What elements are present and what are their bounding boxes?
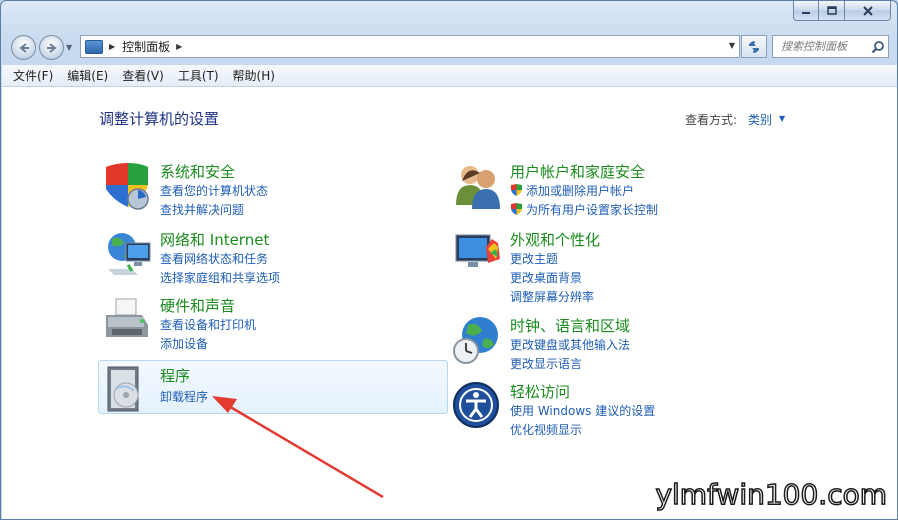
category-title[interactable]: 轻松访问 (510, 381, 570, 402)
view-by-label: 查看方式: (685, 113, 738, 127)
watermark-text: ylmfwin100.com (655, 477, 888, 512)
link-view-computer-status[interactable]: 查看您的计算机状态 (160, 182, 268, 199)
link-homegroup-sharing[interactable]: 选择家庭组和共享选项 (160, 269, 280, 286)
recent-pages-dropdown[interactable]: ▼ (66, 43, 72, 52)
category-hardware-sound: 硬件和声音 查看设备和打印机 添加设备 (102, 295, 422, 355)
category-title[interactable]: 硬件和声音 (160, 295, 235, 316)
menu-edit[interactable]: 编辑(E) (67, 67, 108, 84)
arrow-right-icon (46, 42, 57, 53)
link-change-background[interactable]: 更改桌面背景 (510, 269, 582, 286)
category-programs: 程序 卸载程序 (102, 365, 422, 415)
network-icon[interactable] (102, 229, 154, 279)
category-system-security: 系统和安全 查看您的计算机状态 查找并解决问题 (102, 161, 422, 221)
close-icon (862, 5, 873, 16)
refresh-button[interactable] (741, 35, 767, 58)
category-ease-of-access: 轻松访问 使用 Windows 建议的设置 优化视频显示 (452, 381, 772, 441)
menu-help[interactable]: 帮助(H) (233, 67, 275, 84)
menu-bar: 文件(F) 编辑(E) 查看(V) 工具(T) 帮助(H) (2, 65, 897, 87)
chevron-down-icon[interactable]: ▼ (779, 114, 785, 123)
printer-icon[interactable] (102, 295, 154, 345)
window-caption-buttons (793, 1, 891, 21)
chevron-right-icon[interactable]: ▶ (109, 42, 115, 51)
menu-view[interactable]: 查看(V) (122, 67, 164, 84)
address-history-dropdown[interactable]: ▼ (729, 41, 735, 50)
monitor-icon[interactable] (452, 229, 504, 279)
uac-shield-icon (511, 184, 522, 196)
control-panel-window: ▼ ▶ 控制面板 ▶ ▼ 文件(F) 编辑(E (0, 0, 898, 520)
maximize-icon (826, 6, 837, 15)
link-troubleshoot[interactable]: 查找并解决问题 (160, 201, 244, 218)
uac-shield-icon (511, 203, 522, 215)
link-network-status[interactable]: 查看网络状态和任务 (160, 250, 268, 267)
users-icon[interactable] (452, 161, 504, 211)
chevron-down-icon: ▼ (66, 43, 73, 52)
link-parental-controls[interactable]: 为所有用户设置家长控制 (510, 201, 658, 218)
minimize-button[interactable] (793, 1, 819, 21)
globe-clock-icon[interactable] (452, 315, 504, 365)
chevron-right-icon[interactable]: ▶ (176, 42, 182, 51)
category-clock-language-region: 时钟、语言和区域 更改键盘或其他输入法 更改显示语言 (452, 315, 772, 375)
link-change-input-method[interactable]: 更改键盘或其他输入法 (510, 336, 630, 353)
maximize-button[interactable] (819, 1, 845, 21)
category-appearance: 外观和个性化 更改主题 更改桌面背景 调整屏幕分辨率 (452, 229, 772, 304)
link-label: 为所有用户设置家长控制 (526, 203, 659, 217)
shield-icon[interactable] (102, 161, 154, 211)
programs-icon[interactable] (102, 365, 154, 415)
search-icon (871, 41, 884, 54)
category-title[interactable]: 时钟、语言和区域 (510, 315, 630, 336)
category-title[interactable]: 外观和个性化 (510, 229, 600, 250)
search-button[interactable] (870, 39, 886, 55)
link-add-remove-accounts[interactable]: 添加或删除用户帐户 (510, 182, 634, 199)
ease-of-access-icon[interactable] (452, 381, 504, 431)
view-by-dropdown[interactable]: 类别 (748, 111, 772, 128)
menu-tools[interactable]: 工具(T) (178, 67, 219, 84)
link-devices-printers[interactable]: 查看设备和打印机 (160, 316, 256, 333)
link-change-theme[interactable]: 更改主题 (510, 250, 558, 267)
search-box[interactable] (772, 35, 889, 58)
category-title[interactable]: 用户帐户和家庭安全 (510, 161, 645, 182)
address-bar[interactable]: ▶ 控制面板 ▶ ▼ (80, 35, 740, 58)
arrow-left-icon (18, 42, 29, 53)
category-network-internet: 网络和 Internet 查看网络状态和任务 选择家庭组和共享选项 (102, 229, 422, 289)
link-change-display-language[interactable]: 更改显示语言 (510, 355, 582, 372)
search-input[interactable] (773, 36, 868, 57)
category-title[interactable]: 网络和 Internet (160, 229, 269, 250)
link-label: 添加或删除用户帐户 (526, 184, 635, 198)
link-add-device[interactable]: 添加设备 (160, 335, 208, 352)
control-panel-icon (85, 39, 103, 54)
link-recommended-settings[interactable]: 使用 Windows 建议的设置 (510, 402, 655, 419)
back-button[interactable] (11, 35, 36, 60)
link-uninstall-program[interactable]: 卸载程序 (160, 388, 208, 405)
category-user-accounts: 用户帐户和家庭安全 添加或删除用户帐户 为所有用户设置家长控制 (452, 161, 772, 221)
menu-file[interactable]: 文件(F) (13, 67, 53, 84)
navigation-bar: ▼ ▶ 控制面板 ▶ ▼ (1, 31, 897, 63)
content-area: 调整计算机的设置 查看方式: 类别 ▼ 系统和安全 查看您的计算机状态 查找并解… (2, 87, 897, 519)
page-title: 调整计算机的设置 (99, 110, 220, 128)
breadcrumb-control-panel[interactable]: 控制面板 (122, 38, 170, 55)
refresh-icon (749, 40, 759, 53)
close-button[interactable] (845, 1, 891, 21)
category-title[interactable]: 系统和安全 (160, 161, 235, 182)
link-screen-resolution[interactable]: 调整屏幕分辨率 (510, 288, 594, 305)
category-title[interactable]: 程序 (160, 365, 190, 386)
link-optimize-video[interactable]: 优化视频显示 (510, 421, 582, 438)
forward-button[interactable] (39, 35, 64, 60)
minimize-icon (802, 11, 810, 14)
